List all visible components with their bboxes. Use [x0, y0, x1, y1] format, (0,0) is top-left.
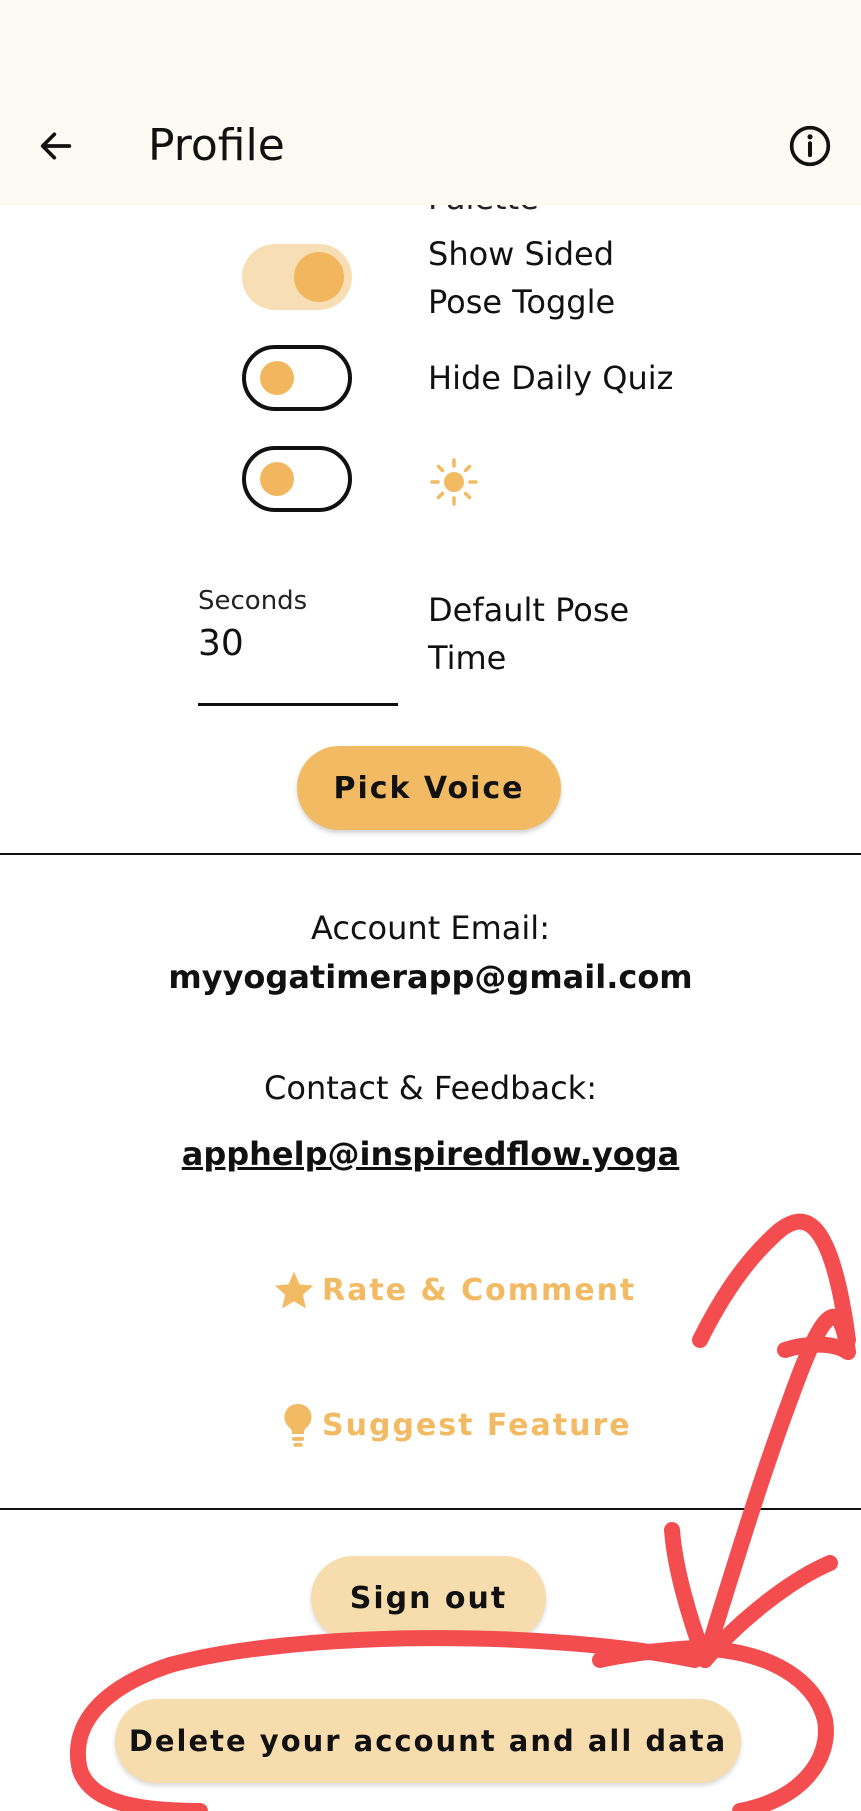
light-mode-toggle[interactable]: [242, 446, 352, 512]
suggest-feature-label: Suggest Feature: [322, 1407, 632, 1443]
lightbulb-icon: [284, 1404, 312, 1447]
default-pose-time-label: Default Pose Time: [428, 591, 630, 677]
default-pose-time-field[interactable]: Seconds 30: [198, 585, 398, 706]
toggle-knob: [260, 361, 294, 395]
delete-account-button[interactable]: Delete your account and all data: [115, 1699, 741, 1783]
app-header: Profile: [0, 0, 861, 205]
hide-daily-quiz-label: Hide Daily Quiz: [428, 359, 674, 397]
rate-comment-label: Rate & Comment: [322, 1272, 637, 1308]
toggle-knob: [294, 252, 344, 302]
section-divider: [0, 853, 861, 855]
hide-daily-quiz-toggle[interactable]: [242, 345, 352, 411]
sun-icon: [430, 458, 478, 506]
rate-comment-link[interactable]: Rate & Comment: [272, 1268, 636, 1312]
account-email-label: Account Email:: [311, 909, 550, 947]
show-sided-pose-label: Show Sided Pose Toggle: [428, 235, 616, 321]
toggle-knob: [260, 462, 294, 496]
star-icon: [274, 1271, 314, 1309]
pick-voice-button[interactable]: Pick Voice: [297, 746, 561, 830]
contact-email-link[interactable]: apphelp@inspiredflow.yoga: [0, 1132, 861, 1176]
seconds-field-label: Seconds: [198, 586, 308, 616]
sign-out-button[interactable]: Sign out: [311, 1556, 546, 1640]
back-button[interactable]: [30, 120, 82, 172]
page-title: Profile: [148, 120, 285, 171]
arrow-left-icon: [40, 132, 72, 160]
show-sided-pose-toggle[interactable]: [242, 244, 352, 310]
info-circle-icon: [789, 125, 831, 167]
info-button[interactable]: [784, 120, 836, 172]
seconds-field-value[interactable]: 30: [198, 621, 398, 667]
section-divider: [0, 1508, 861, 1510]
contact-feedback-label: Contact & Feedback:: [264, 1069, 597, 1107]
account-email-value: myyogatimerapp@gmail.com: [168, 958, 693, 996]
suggest-feature-link[interactable]: Suggest Feature: [280, 1402, 632, 1448]
